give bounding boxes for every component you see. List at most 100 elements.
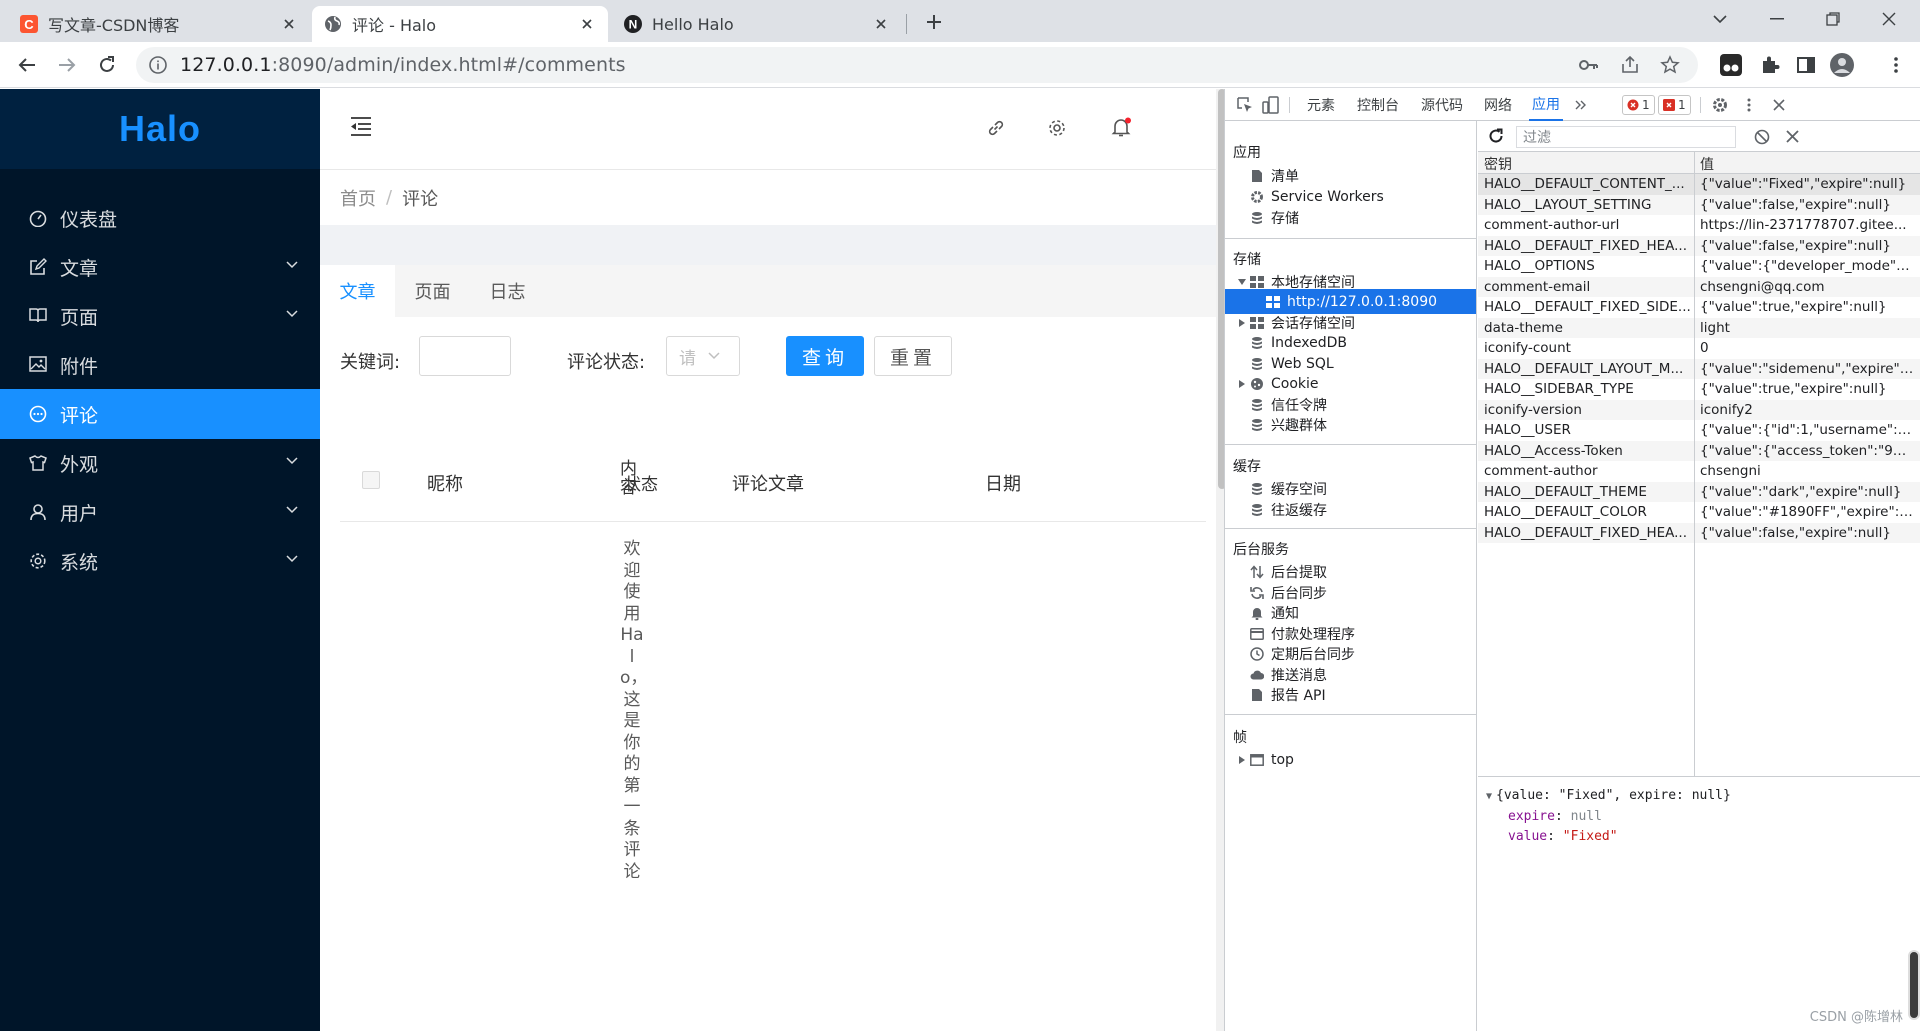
tab-journals[interactable]: 日志 (470, 265, 545, 317)
link-icon (988, 120, 1004, 136)
close-icon[interactable] (280, 15, 298, 33)
browser-tab-csdn[interactable]: C 写文章-CSDN博客 (8, 6, 310, 42)
storage-value: {"value":{"id":1,"username":"... (1700, 422, 1914, 438)
tab-search-button[interactable] (1693, 0, 1747, 38)
close-icon[interactable] (872, 15, 890, 33)
error-badge[interactable]: 1 (1622, 95, 1655, 115)
tree-label: Web SQL (1271, 355, 1334, 372)
reset-button[interactable]: 重置 (874, 336, 952, 376)
kebab-icon[interactable] (1739, 95, 1759, 115)
share-icon[interactable] (1620, 55, 1640, 75)
tab-posts[interactable]: 文章 (320, 265, 395, 317)
storage-row[interactable]: HALO__LAYOUT_SETTING {"value":false,"expi… (1478, 194, 1920, 215)
chevron-down-icon (1713, 15, 1727, 24)
menu-button[interactable] (1880, 49, 1912, 81)
tree-item-frame-top[interactable]: top (1237, 747, 1294, 772)
triangle-right-icon[interactable] (1237, 379, 1247, 389)
storage-row[interactable]: iconify-count 0 (1478, 338, 1920, 359)
close-window-button[interactable] (1862, 0, 1916, 38)
sidebar-item-2[interactable]: 页面 (0, 291, 320, 341)
extensions-button[interactable] (1754, 49, 1786, 81)
delete-selected-button[interactable] (1786, 130, 1799, 143)
star-icon[interactable] (1660, 55, 1680, 75)
key-icon[interactable] (1578, 55, 1598, 75)
notification-button[interactable] (1110, 117, 1134, 141)
sidebar-item-1[interactable]: 文章 (0, 242, 320, 292)
filter-input[interactable]: 过滤 (1516, 126, 1736, 148)
storage-row[interactable]: HALO__DEFAULT_CONTENT_... {"value":"Fixed… (1478, 174, 1920, 195)
column-key[interactable]: 密钥 (1484, 154, 1512, 174)
storage-row[interactable]: iconify-version iconify2 (1478, 399, 1920, 420)
sidebar-item-7[interactable]: 系统 (0, 536, 320, 586)
inspect-icon[interactable] (1235, 95, 1255, 115)
storage-row[interactable]: HALO__USER {"value":{"id":1,"username":".… (1478, 420, 1920, 441)
storage-row[interactable]: HALO__Access-Token {"value":{"access_toke… (1478, 440, 1920, 461)
browser-tab-hello-halo[interactable]: N Hello Halo (612, 6, 902, 42)
forward-button[interactable] (51, 49, 83, 81)
close-icon[interactable] (1769, 95, 1789, 115)
preview-summary-row[interactable]: ▼ {value: "Fixed", expire: null} (1486, 786, 1731, 807)
storage-row[interactable]: HALO__DEFAULT_COLOR {"value":"#1890FF","e… (1478, 502, 1920, 523)
more-tabs-icon[interactable] (1571, 95, 1591, 115)
refresh-button[interactable] (1488, 128, 1504, 144)
storage-row[interactable]: HALO__DEFAULT_THEME {"value":"dark","expi… (1478, 481, 1920, 502)
devtools-scrollbar-thumb[interactable] (1908, 950, 1920, 1020)
triangle-right-icon[interactable] (1237, 318, 1247, 328)
url-text[interactable]: 127.0.0.1:8090/admin/index.html#/comment… (180, 54, 626, 76)
tree-item-bfcache[interactable]: 往返缓存 (1249, 497, 1327, 522)
sidebar-item-5[interactable]: 外观 (0, 438, 320, 488)
minimize-button[interactable] (1750, 0, 1804, 38)
close-icon[interactable] (578, 15, 596, 33)
tree-item-interest-groups[interactable]: 兴趣群体 (1249, 412, 1327, 437)
devtools-tab-console[interactable]: 控制台 (1357, 89, 1399, 121)
address-bar[interactable]: 127.0.0.1:8090/admin/index.html#/comment… (136, 47, 1698, 83)
clear-all-button[interactable] (1754, 129, 1770, 145)
select-all-checkbox[interactable] (362, 471, 380, 489)
storage-row[interactable]: HALO__DEFAULT_FIXED_SIDE... {"value":true… (1478, 297, 1920, 318)
storage-row[interactable]: HALO__DEFAULT_FIXED_HEA... {"value":false… (1478, 235, 1920, 256)
browser-tab-comments[interactable]: 评论 - Halo (312, 6, 608, 42)
profile-button[interactable] (1826, 49, 1858, 81)
storage-row[interactable]: comment-author chsengni (1478, 461, 1920, 482)
sidebar-item-3[interactable]: 附件 (0, 340, 320, 390)
storage-row[interactable]: HALO__OPTIONS {"value":{"developer_mode":… (1478, 256, 1920, 277)
storage-row[interactable]: comment-author-url https://lin-2371778707… (1478, 215, 1920, 236)
devtools-tab-elements[interactable]: 元素 (1307, 89, 1335, 121)
storage-row[interactable]: data-theme light (1478, 317, 1920, 338)
sidebar-item-0[interactable]: 仪表盘 (0, 193, 320, 243)
storage-row[interactable]: HALO__SIDEBAR_TYPE {"value":true,"expire"… (1478, 379, 1920, 400)
storage-row[interactable]: HALO__DEFAULT_LAYOUT_M... {"value":"sidem… (1478, 358, 1920, 379)
column-value[interactable]: 值 (1700, 154, 1714, 174)
menu-fold-button[interactable] (350, 116, 372, 138)
tree-item-reporting-api[interactable]: 报告 API (1249, 682, 1326, 707)
status-select[interactable]: 请 (666, 336, 740, 376)
query-button[interactable]: 查询 (786, 336, 864, 376)
sidebar-item-6[interactable]: 用户 (0, 487, 320, 537)
triangle-right-icon[interactable] (1237, 755, 1247, 765)
keyword-input[interactable] (419, 336, 511, 376)
reload-button[interactable] (91, 49, 123, 81)
settings-button[interactable] (1048, 119, 1068, 139)
user-icon (29, 503, 47, 521)
device-toolbar-icon[interactable] (1261, 95, 1281, 115)
gear-icon[interactable] (1710, 95, 1730, 115)
breadcrumb-home[interactable]: 首页 (340, 185, 376, 211)
tree-item-storage[interactable]: 存储 (1249, 205, 1299, 230)
storage-row[interactable]: HALO__DEFAULT_FIXED_HEA... {"value":false… (1478, 522, 1920, 543)
restore-button[interactable] (1806, 0, 1860, 38)
preview-prop-expire: expire: null (1508, 809, 1602, 824)
triangle-down-icon[interactable] (1237, 277, 1247, 287)
halo-logo[interactable]: Halo (0, 89, 320, 169)
tab-pages[interactable]: 页面 (395, 265, 470, 317)
devtools-tab-sources[interactable]: 源代码 (1421, 89, 1463, 121)
new-tab-button[interactable] (920, 8, 948, 36)
issues-badge[interactable]: 1 (1658, 95, 1691, 115)
devtools-tab-application[interactable]: 应用 (1529, 89, 1563, 121)
link-button[interactable] (987, 119, 1007, 139)
side-panel-button[interactable] (1790, 49, 1822, 81)
storage-row[interactable]: comment-email chsengni@qq.com (1478, 276, 1920, 297)
devtools-tab-network[interactable]: 网络 (1484, 89, 1512, 121)
extension-tampermonkey-button[interactable] (1715, 49, 1747, 81)
back-button[interactable] (11, 49, 43, 81)
sidebar-item-4[interactable]: 评论 (0, 389, 320, 439)
